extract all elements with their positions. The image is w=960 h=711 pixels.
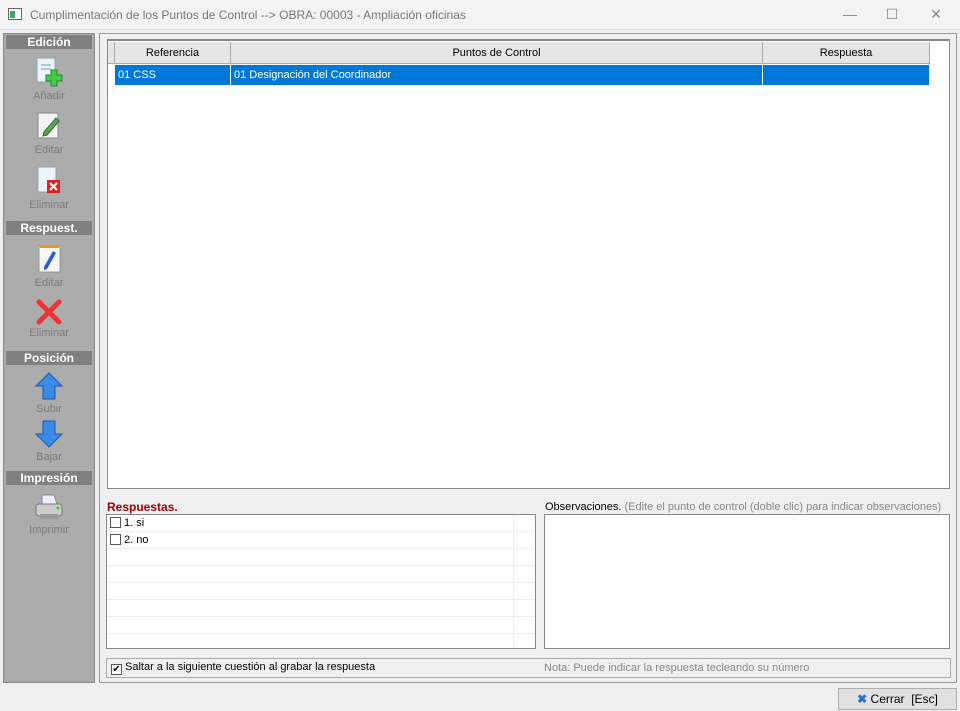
close-label: Cerrar [Esc] — [870, 692, 938, 706]
answer-label: 2. no — [124, 534, 149, 546]
jump-next-option[interactable]: ✔ Saltar a la siguiente cuestión al graba… — [111, 661, 375, 675]
app-icon — [8, 8, 22, 20]
edit-answer-label: Editar — [34, 277, 64, 289]
section-posicion: Posición — [6, 351, 92, 365]
answer-checkbox[interactable] — [110, 534, 121, 545]
observaciones-label: Observaciones. (Edite el punto de contro… — [545, 501, 941, 513]
edit-pen-icon — [38, 245, 61, 273]
window-title: Cumplimentación de los Puntos de Control… — [30, 8, 466, 22]
red-x-icon — [36, 299, 62, 325]
observaciones-textarea[interactable] — [544, 514, 950, 649]
move-up-label: Subir — [36, 403, 62, 415]
printer-icon — [35, 494, 63, 519]
respuestas-label: Respuestas. — [107, 500, 178, 514]
print-button[interactable]: Imprimir — [4, 492, 94, 536]
close-x-icon: ✖ — [857, 692, 868, 706]
row-indicator-header — [108, 42, 115, 64]
answer-item[interactable]: 1. si — [107, 515, 535, 532]
close-window-button[interactable]: ✕ — [921, 4, 951, 24]
edit-answer-button[interactable]: Editar — [4, 243, 94, 289]
print-label: Imprimir — [29, 524, 69, 536]
arrow-up-icon — [34, 372, 64, 400]
delete-document-icon — [37, 166, 60, 193]
title-bar: Cumplimentación de los Puntos de Control… — [0, 0, 960, 30]
cell-punto[interactable]: 01 Designación del Coordinador — [231, 65, 763, 85]
delete-label: Eliminar — [29, 199, 69, 211]
column-header-referencia[interactable]: Referencia — [115, 42, 231, 64]
jump-next-label: Saltar a la siguiente cuestión al grabar… — [125, 661, 376, 673]
empty-row — [107, 617, 535, 634]
control-points-grid[interactable]: Referencia Puntos de Control Respuesta 0… — [107, 39, 950, 489]
edit-document-icon — [37, 112, 60, 139]
jump-next-checkbox[interactable]: ✔ — [111, 664, 122, 675]
delete-answer-label: Eliminar — [29, 327, 69, 339]
minimize-button[interactable]: — — [835, 4, 865, 24]
observaciones-title: Observaciones. — [545, 501, 622, 513]
column-divider — [513, 515, 514, 648]
answer-item[interactable]: 2. no — [107, 532, 535, 549]
add-document-icon — [36, 57, 63, 87]
column-header-puntos[interactable]: Puntos de Control — [231, 42, 763, 64]
maximize-button[interactable]: ☐ — [877, 4, 907, 24]
close-button[interactable]: ✖ Cerrar [Esc] — [838, 688, 957, 710]
section-impresion: Impresión — [6, 471, 92, 485]
delete-button[interactable]: Eliminar — [4, 165, 94, 211]
delete-answer-button[interactable]: Eliminar — [4, 297, 94, 339]
answer-checkbox[interactable] — [110, 517, 121, 528]
empty-row — [107, 549, 535, 566]
cell-referencia[interactable]: 01 CSS — [115, 65, 231, 85]
empty-row — [107, 583, 535, 600]
edit-button[interactable]: Editar — [4, 110, 94, 156]
add-button[interactable]: Añadir — [4, 56, 94, 102]
section-respuestas: Respuest. — [6, 221, 92, 235]
options-bar: ✔ Saltar a la siguiente cuestión al graba… — [106, 658, 951, 678]
add-label: Añadir — [33, 90, 65, 102]
answers-list[interactable]: 1. si 2. no — [106, 514, 536, 649]
sidebar-toolbar: Edición Añadir Editar Eliminar Respuest.… — [3, 33, 95, 683]
cell-respuesta[interactable] — [763, 65, 930, 85]
move-down-label: Bajar — [36, 451, 62, 463]
edit-label: Editar — [34, 144, 64, 156]
answer-label: 1. si — [124, 517, 145, 529]
column-header-respuesta[interactable]: Respuesta — [763, 42, 930, 64]
move-down-button[interactable]: Bajar — [4, 419, 94, 463]
section-edicion: Edición — [6, 35, 92, 49]
empty-row — [107, 566, 535, 583]
empty-row — [107, 600, 535, 617]
move-up-button[interactable]: Subir — [4, 371, 94, 415]
observaciones-hint: (Edite el punto de control (doble clic) … — [624, 501, 942, 513]
arrow-down-icon — [34, 420, 64, 448]
note-text: Nota: Puede indicar la respuesta teclean… — [544, 662, 810, 674]
